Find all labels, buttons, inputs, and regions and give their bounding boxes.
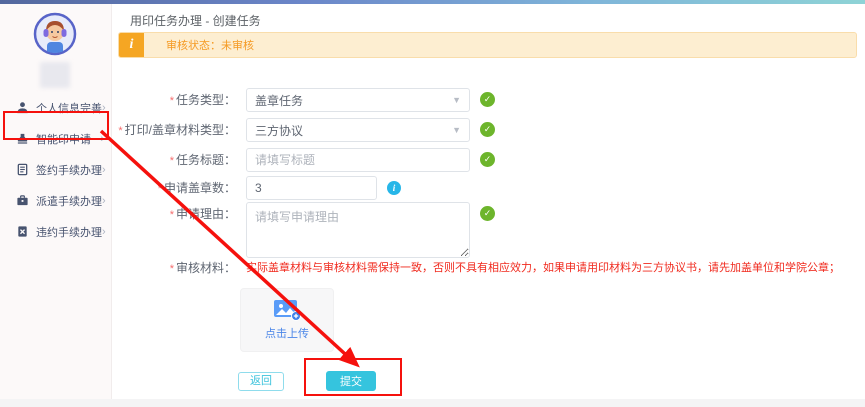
chevron-down-icon: ▼ (452, 125, 461, 135)
status-alert: i 审核状态：未审核 (118, 32, 857, 58)
material-type-select[interactable]: 三方协议 ▼ (246, 118, 470, 142)
materials-warning-text: 实际盖章材料与审核材料需保持一致，否则不具有相应效力，如果申请用印材料为三方协议… (246, 256, 840, 281)
valid-check-icon: ✓ (480, 152, 495, 167)
field-row-seal-count: *申请盖章数： i (112, 176, 401, 201)
sidebar-item-contract-procedure[interactable]: 签约手续办理 › (0, 154, 112, 185)
task-type-selected-value: 盖章任务 (255, 92, 303, 109)
back-button[interactable]: 返回 (238, 372, 284, 391)
field-row-reason: *申请理由： ✓ (112, 202, 495, 263)
main-content: 用印任务办理 - 创建任务 i 审核状态：未审核 *任务类型： 盖章任务 ▼ ✓… (112, 4, 865, 399)
page-title: 用印任务办理 - 创建任务 (130, 12, 261, 29)
app-window: 个人信息完善 › 智能印申请 › 签约手续办理 › (0, 0, 865, 407)
required-mark: * (170, 95, 174, 107)
field-row-task-title: *任务标题： ✓ (112, 148, 495, 173)
required-mark: * (118, 125, 122, 137)
sidebar-item-smart-seal-apply[interactable]: 智能印申请 › (0, 123, 112, 154)
field-row-task-type: *任务类型： 盖章任务 ▼ ✓ (112, 88, 495, 113)
required-mark: * (158, 183, 162, 195)
upload-dropzone[interactable]: 点击上传 (240, 288, 334, 352)
task-title-input[interactable] (246, 148, 470, 172)
required-mark: * (170, 209, 174, 221)
sidebar-item-personal-info[interactable]: 个人信息完善 › (0, 92, 112, 123)
task-type-select[interactable]: 盖章任务 ▼ (246, 88, 470, 112)
valid-check-icon: ✓ (480, 122, 495, 137)
chevron-right-icon: › (102, 164, 106, 176)
avatar (33, 12, 77, 56)
upload-label: 点击上传 (265, 325, 309, 341)
field-label: *审核材料： (112, 256, 246, 281)
seal-count-input[interactable] (246, 176, 377, 200)
field-label: *申请理由： (112, 202, 246, 263)
sidebar-item-breach-procedure[interactable]: 违约手续办理 › (0, 216, 112, 247)
sidebar-item-label: 签约手续办理 (36, 162, 102, 178)
field-row-materials: *审核材料： 实际盖章材料与审核材料需保持一致，否则不具有相应效力，如果申请用印… (112, 256, 840, 281)
chevron-right-icon: › (102, 195, 106, 207)
valid-check-icon: ✓ (480, 92, 495, 107)
sidebar: 个人信息完善 › 智能印申请 › 签约手续办理 › (0, 4, 112, 399)
required-mark: * (170, 155, 174, 167)
image-upload-icon (273, 299, 301, 321)
user-icon (16, 101, 29, 114)
terminate-icon (16, 225, 29, 238)
chevron-right-icon: › (102, 102, 106, 114)
chevron-right-icon: › (100, 133, 104, 145)
status-alert-text: 审核状态：未审核 (166, 37, 254, 53)
redacted-username (40, 62, 70, 88)
field-label: *打印/盖章材料类型： (112, 118, 246, 143)
info-icon: i (119, 32, 144, 58)
field-row-material-type: *打印/盖章材料类型： 三方协议 ▼ ✓ (112, 118, 495, 143)
reason-textarea[interactable] (246, 202, 470, 258)
sidebar-item-label: 个人信息完善 (36, 100, 102, 116)
contract-icon (16, 163, 29, 176)
sidebar-item-dispatch-procedure[interactable]: 派遣手续办理 › (0, 185, 112, 216)
field-label: *任务类型： (112, 88, 246, 113)
field-label: *申请盖章数： (112, 176, 246, 201)
submit-button[interactable]: 提交 (326, 371, 376, 391)
dispatch-icon (16, 194, 29, 207)
sidebar-menu: 个人信息完善 › 智能印申请 › 签约手续办理 › (0, 92, 112, 247)
chevron-right-icon: › (102, 226, 106, 238)
sidebar-item-label: 派遣手续办理 (36, 193, 102, 209)
sidebar-item-label: 智能印申请 (36, 131, 91, 147)
info-tooltip-icon[interactable]: i (387, 181, 401, 195)
valid-check-icon: ✓ (480, 206, 495, 221)
material-type-selected-value: 三方协议 (255, 122, 303, 139)
field-label: *任务标题： (112, 148, 246, 173)
sidebar-item-label: 违约手续办理 (36, 224, 102, 240)
required-mark: * (170, 263, 174, 275)
chevron-down-icon: ▼ (452, 95, 461, 105)
stamp-icon (16, 132, 29, 145)
